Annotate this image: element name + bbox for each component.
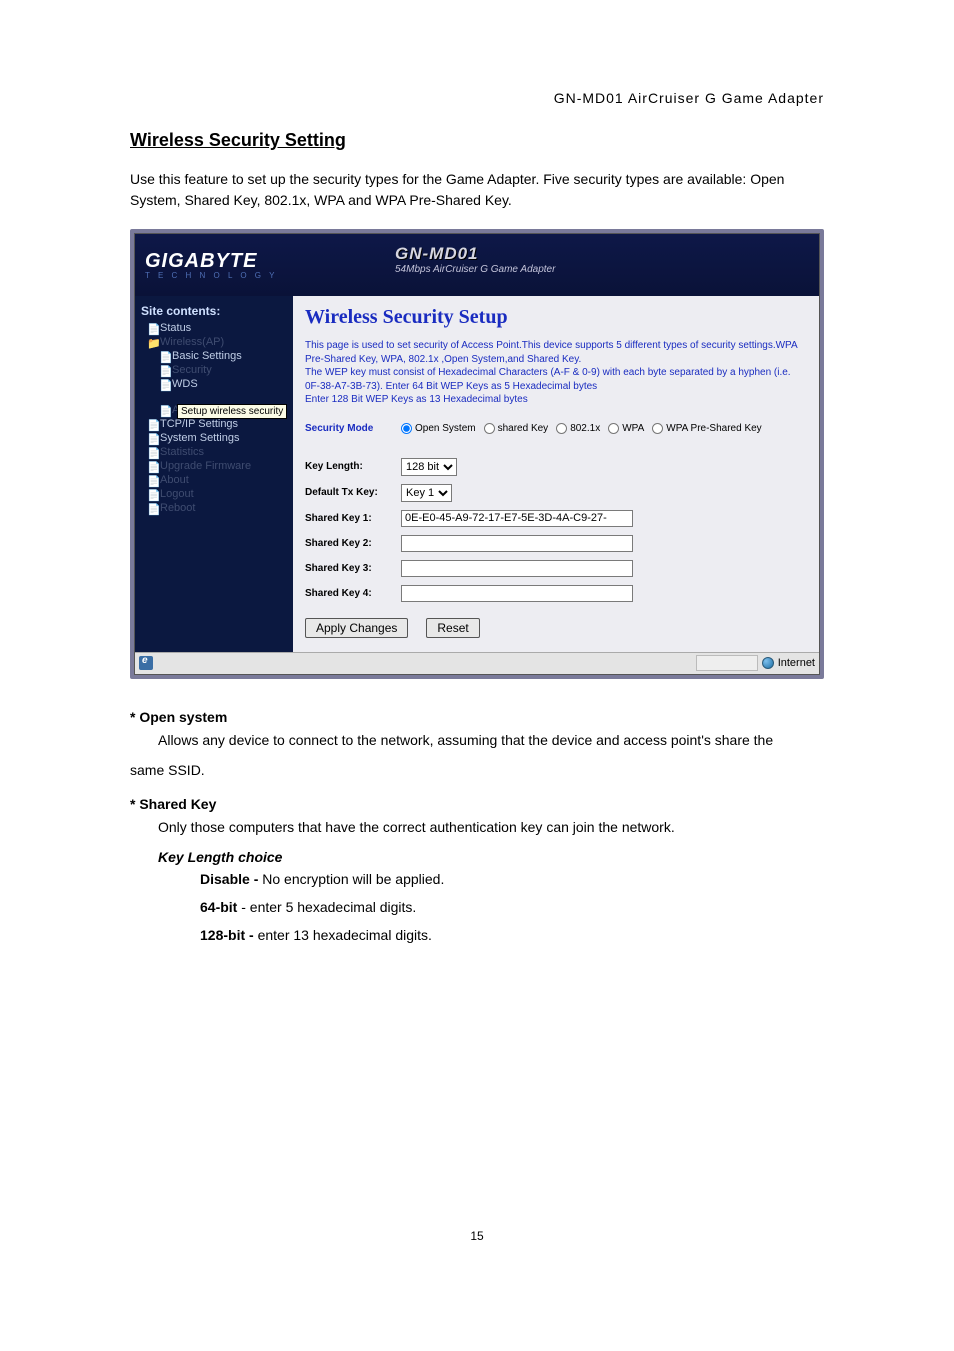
radio-input-8021x[interactable] [556, 423, 567, 434]
radio-input-open[interactable] [401, 423, 412, 434]
key-length-label: Key Length: [305, 461, 401, 472]
sidebar-item-status[interactable]: 📄Status [147, 322, 287, 334]
sidebar-item-security[interactable]: 📄Security [159, 364, 287, 376]
shared-key-1-label: Shared Key 1: [305, 513, 401, 524]
security-mode-radio-group: Open System shared Key 802.1x WPA WPA Pr… [401, 423, 762, 434]
panel-description: This page is used to set security of Acc… [305, 339, 807, 407]
radio-open-system[interactable]: Open System [401, 423, 476, 434]
doc-icon: 📄 [159, 365, 169, 375]
radio-shared-key[interactable]: shared Key [484, 423, 549, 434]
tooltip: Setup wireless security [177, 404, 287, 419]
key-length-128bit: 128-bit - enter 13 hexadecimal digits. [200, 921, 824, 949]
key-length-disable: Disable - No encryption will be applied. [200, 865, 824, 893]
status-zone-text: Internet [778, 657, 815, 669]
shared-key-3-label: Shared Key 3: [305, 563, 401, 574]
shared-key-body: Only those computers that have the corre… [158, 812, 824, 843]
sidebar-item-system-settings[interactable]: 📄System Settings [147, 432, 287, 444]
sidebar-heading: Site contents: [141, 304, 287, 318]
router-header-banner: GIGABYTE T E C H N O L O G Y GN-MD01 54M… [135, 234, 819, 296]
shared-key-2-label: Shared Key 2: [305, 538, 401, 549]
sidebar-item-basic-settings[interactable]: 📄Basic Settings [159, 350, 287, 362]
doc-icon: 📄 [147, 323, 157, 333]
doc-icon: 📄 [147, 461, 157, 471]
shared-key-3-input[interactable] [401, 560, 633, 577]
shared-key-2-input[interactable] [401, 535, 633, 552]
default-tx-key-select[interactable]: Key 1 [401, 484, 452, 502]
reset-button[interactable]: Reset [426, 618, 479, 638]
open-system-body-line2: same SSID. [130, 755, 824, 786]
sidebar-item-upgrade[interactable]: 📄Upgrade Firmware [147, 460, 287, 472]
apply-changes-button[interactable]: Apply Changes [305, 618, 408, 638]
radio-8021x[interactable]: 802.1x [556, 423, 600, 434]
doc-icon: 📄 [147, 489, 157, 499]
sidebar-item-statistics[interactable]: 📄Statistics [147, 446, 287, 458]
security-mode-label: Security Mode [305, 423, 401, 434]
status-cell [696, 655, 758, 671]
sidebar-item-tcpip[interactable]: 📄TCP/IP Settings [147, 418, 287, 430]
page-number: 15 [130, 1229, 824, 1243]
radio-input-wpapsk[interactable] [652, 423, 663, 434]
shared-key-4-label: Shared Key 4: [305, 588, 401, 599]
brand-logo-text: GIGABYTE [145, 250, 277, 273]
doc-icon: 📄 [147, 433, 157, 443]
sidebar-item-reboot[interactable]: 📄Reboot [147, 502, 287, 514]
brand-logo-subtext: T E C H N O L O G Y [145, 271, 277, 280]
globe-icon [762, 657, 774, 669]
panel-title: Wireless Security Setup [305, 306, 807, 329]
folder-icon: 📁 [147, 337, 157, 347]
shared-key-heading: * Shared Key [130, 796, 824, 812]
key-length-select[interactable]: 128 bit [401, 458, 457, 476]
doc-icon: 📄 [159, 379, 169, 389]
ie-icon [139, 656, 153, 670]
radio-input-wpa[interactable] [608, 423, 619, 434]
sidebar-item-about[interactable]: 📄About [147, 474, 287, 486]
key-length-64bit: 64-bit - enter 5 hexadecimal digits. [200, 893, 824, 921]
radio-wpa[interactable]: WPA [608, 423, 644, 434]
sidebar-item-wds[interactable]: 📄WDS [159, 378, 287, 390]
key-length-choice-heading: Key Length choice [158, 849, 824, 865]
section-title: Wireless Security Setting [130, 130, 824, 151]
doc-icon: 📄 [147, 503, 157, 513]
sidebar-item-logout[interactable]: 📄Logout [147, 488, 287, 500]
open-system-heading: * Open system [130, 709, 824, 725]
doc-icon: 📄 [147, 475, 157, 485]
content-pane: Wireless Security Setup This page is use… [293, 296, 819, 652]
screenshot-container: GIGABYTE T E C H N O L O G Y GN-MD01 54M… [130, 229, 824, 679]
doc-icon: 📄 [159, 405, 169, 415]
page-header-product: GN-MD01 AirCruiser G Game Adapter [130, 90, 824, 106]
radio-input-shared[interactable] [484, 423, 495, 434]
product-name: GN-MD01 [395, 244, 555, 264]
open-system-body-line1: Allows any device to connect to the netw… [158, 725, 824, 756]
sidebar-nav: Site contents: 📄Status 📁Wireless(AP) 📄Ba… [135, 296, 293, 652]
product-tagline: 54Mbps AirCruiser G Game Adapter [395, 264, 555, 275]
default-tx-key-label: Default Tx Key: [305, 487, 401, 498]
doc-icon: 📄 [147, 447, 157, 457]
doc-icon: 📄 [147, 419, 157, 429]
shared-key-4-input[interactable] [401, 585, 633, 602]
doc-icon: 📄 [159, 351, 169, 361]
radio-wpa-psk[interactable]: WPA Pre-Shared Key [652, 423, 761, 434]
browser-status-bar: Internet [135, 652, 819, 674]
shared-key-1-input[interactable] [401, 510, 633, 527]
intro-paragraph: Use this feature to set up the security … [130, 169, 824, 211]
sidebar-item-wireless[interactable]: 📁Wireless(AP) [147, 336, 287, 348]
